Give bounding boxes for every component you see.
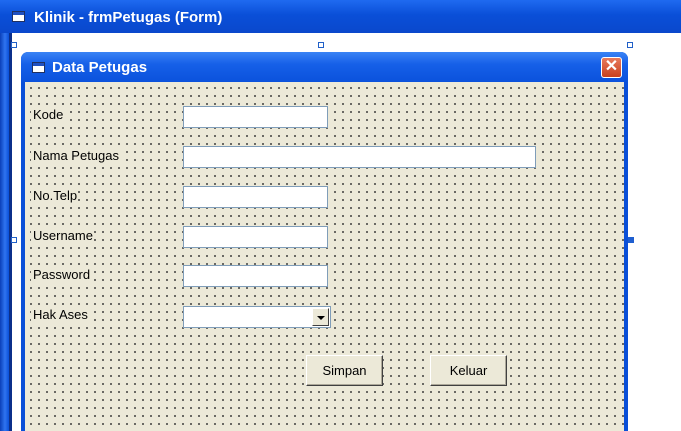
close-icon: ✕ — [604, 58, 619, 75]
designer-title-bar[interactable]: Klinik - frmPetugas (Form) — [0, 0, 681, 33]
form-title: Data Petugas — [52, 59, 148, 76]
designer-left-border-edge — [9, 33, 12, 431]
nama-petugas-label: Nama Petugas — [31, 147, 120, 164]
nama-petugas-field[interactable] — [183, 146, 536, 168]
keluar-button[interactable]: Keluar — [430, 355, 507, 386]
chevron-down-icon[interactable] — [312, 308, 329, 326]
resize-handle-top-right[interactable] — [627, 42, 633, 48]
kode-field[interactable] — [183, 106, 328, 128]
username-label: Username — [31, 227, 94, 244]
hak-ases-label: Hak Ases — [31, 306, 89, 323]
hak-ases-select[interactable] — [183, 306, 331, 328]
password-label: Password — [31, 266, 92, 283]
form-window-icon — [12, 11, 25, 22]
close-button[interactable]: ✕ — [601, 57, 622, 78]
form-window-icon — [32, 62, 45, 73]
resize-handle-middle-right[interactable] — [628, 237, 634, 243]
resize-handle-top-center[interactable] — [318, 42, 324, 48]
no-telp-field[interactable] — [183, 186, 328, 208]
designer-title: Klinik - frmPetugas (Form) — [34, 9, 223, 26]
simpan-button[interactable]: Simpan — [306, 355, 383, 386]
username-field[interactable] — [183, 226, 328, 248]
form-data-petugas: Data Petugas ✕ Kode Nama Petugas No.Telp… — [21, 52, 628, 431]
kode-label: Kode — [31, 106, 65, 123]
resize-handle-middle-left[interactable] — [11, 237, 17, 243]
form-client-area: Kode Nama Petugas No.Telp Username Passw… — [25, 82, 624, 431]
designer-left-border — [0, 33, 9, 431]
form-title-bar[interactable]: Data Petugas ✕ — [21, 52, 628, 82]
no-telp-label: No.Telp — [31, 187, 79, 204]
password-field[interactable] — [183, 265, 328, 287]
resize-handle-top-left[interactable] — [11, 42, 17, 48]
